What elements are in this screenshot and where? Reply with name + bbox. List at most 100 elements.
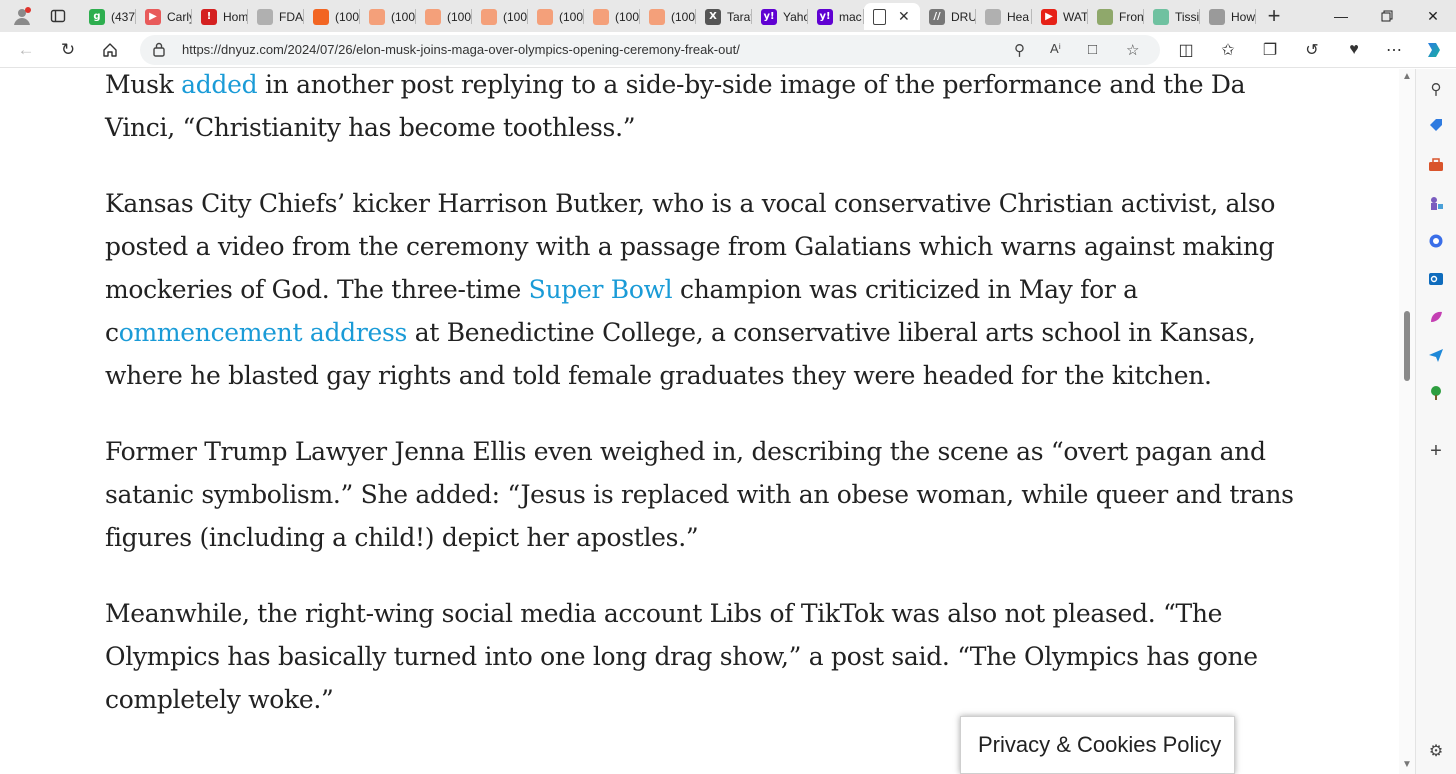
- browser-tab[interactable]: Fron: [1088, 3, 1144, 30]
- tab-favicon-icon: [313, 8, 329, 25]
- tab-favicon-icon: [1209, 8, 1225, 25]
- browser-tab[interactable]: ▶ WAT: [1032, 3, 1088, 30]
- new-tab-button[interactable]: +: [1260, 2, 1288, 30]
- url-text[interactable]: https://dnyuz.com/2024/07/26/elon-musk-j…: [182, 42, 740, 57]
- sidebar-add-icon[interactable]: +: [1426, 440, 1446, 462]
- browser-tab[interactable]: g (437: [80, 3, 136, 30]
- tab-favicon-icon: [481, 8, 497, 25]
- browser-tab[interactable]: ▶ Carly: [136, 3, 192, 30]
- privacy-cookies-button[interactable]: Privacy & Cookies Policy: [960, 716, 1235, 774]
- browser-tab[interactable]: X Tarat: [696, 3, 752, 30]
- tab-favicon-icon: !: [201, 8, 217, 25]
- browser-tab[interactable]: (100: [416, 3, 472, 30]
- browser-tab[interactable]: Tissi: [1144, 3, 1200, 30]
- refresh-icon[interactable]: ↻: [54, 36, 82, 64]
- tab-title: Hea: [1007, 9, 1030, 24]
- workspaces-icon[interactable]: [44, 2, 72, 30]
- browser-tab[interactable]: Hea: [976, 3, 1032, 30]
- p1-text-a: Musk: [105, 70, 182, 99]
- tab-favicon-icon: [537, 8, 553, 25]
- read-aloud-icon[interactable]: Aⁱ: [1050, 41, 1061, 57]
- vertical-scrollbar[interactable]: ▲ ▼: [1399, 69, 1415, 774]
- tab-favicon-icon: ▶: [145, 8, 161, 25]
- lock-icon[interactable]: [152, 41, 166, 60]
- tab-title: Tissi: [1175, 9, 1200, 24]
- page-viewport: Musk added in another post replying to a…: [0, 69, 1399, 774]
- minimize-icon[interactable]: —: [1318, 0, 1364, 32]
- sidebar-shopping-icon[interactable]: [1426, 115, 1446, 135]
- collections-icon[interactable]: ❐: [1256, 36, 1284, 64]
- copilot-icon[interactable]: [1420, 36, 1448, 64]
- p1-text-b: in another post replying to a side-by-si…: [105, 70, 1246, 142]
- tab-strip: g (437 ▶ Carly! Hom FDA (100 (100 (100 (100 (100 (1…: [0, 0, 1456, 32]
- browser-tab[interactable]: // DRU: [920, 3, 976, 30]
- sidebar-designer-icon[interactable]: [1426, 307, 1446, 327]
- tab-title: (100: [671, 9, 696, 24]
- split-screen-icon[interactable]: ◫: [1172, 36, 1200, 64]
- sidebar-outlook-icon[interactable]: [1426, 269, 1446, 289]
- app-available-icon[interactable]: □: [1088, 41, 1097, 58]
- scroll-down-icon[interactable]: ▼: [1402, 759, 1412, 770]
- tab-title: WAT: [1063, 9, 1088, 24]
- scrollbar-thumb[interactable]: [1404, 311, 1410, 381]
- close-tab-icon[interactable]: ✕: [898, 8, 910, 25]
- more-options-icon[interactable]: ⋯: [1380, 36, 1408, 64]
- browser-tab[interactable]: ✕: [864, 3, 920, 30]
- sidebar-settings-gear-icon[interactable]: ⚙: [1426, 741, 1446, 761]
- tab-title: Tarat: [727, 9, 752, 24]
- favorites-icon[interactable]: ✩: [1214, 36, 1242, 64]
- paragraph-butker: Kansas City Chiefs’ kicker Harrison Butk…: [105, 182, 1320, 397]
- browser-tab[interactable]: (100: [472, 3, 528, 30]
- browser-tab[interactable]: ! Hom: [192, 3, 248, 30]
- tab-title: mac: [839, 9, 862, 24]
- tab-favicon-icon: [985, 8, 1001, 25]
- tab-title: (100: [503, 9, 528, 24]
- tab-title: (100: [615, 9, 640, 24]
- home-icon[interactable]: [96, 36, 124, 64]
- tab-list: g (437 ▶ Carly! Hom FDA (100 (100 (100 (100 (100 (1…: [80, 3, 1256, 30]
- browser-tab[interactable]: (100: [640, 3, 696, 30]
- navigation-bar: ← ↻ https://dnyuz.com/2024/07/26/elon-mu…: [0, 32, 1456, 68]
- browser-essentials-icon[interactable]: ♥: [1340, 36, 1368, 64]
- tab-title: (437: [111, 9, 136, 24]
- tab-title: Yaho: [783, 9, 808, 24]
- sidebar-games-icon[interactable]: [1426, 193, 1446, 213]
- tab-favicon-icon: [369, 8, 385, 25]
- profile-avatar-icon[interactable]: [8, 2, 36, 30]
- back-icon[interactable]: ←: [12, 36, 40, 64]
- link-super-bowl[interactable]: Super Bowl: [529, 275, 673, 304]
- tab-title: How: [1231, 9, 1256, 24]
- tab-title: Fron: [1119, 9, 1144, 24]
- zoom-icon[interactable]: ⚲: [1014, 41, 1025, 59]
- tab-title: DRU: [951, 9, 976, 24]
- browser-tab[interactable]: (100: [584, 3, 640, 30]
- browser-tab[interactable]: y! mac: [808, 3, 864, 30]
- tab-title: Hom: [223, 9, 248, 24]
- browser-tab[interactable]: (100: [304, 3, 360, 30]
- edge-sidebar: ⚲ + ⚙: [1415, 69, 1456, 774]
- sidebar-microsoft365-icon[interactable]: [1426, 231, 1446, 251]
- browser-tab[interactable]: How: [1200, 3, 1256, 30]
- sidebar-send-icon[interactable]: [1426, 345, 1446, 365]
- browser-tab[interactable]: FDA: [248, 3, 304, 30]
- favorite-star-icon[interactable]: ☆: [1126, 41, 1139, 59]
- sidebar-tree-icon[interactable]: [1426, 383, 1446, 403]
- browser-tab[interactable]: y! Yaho: [752, 3, 808, 30]
- browser-tab[interactable]: (100: [528, 3, 584, 30]
- tab-favicon-icon: [649, 8, 665, 25]
- history-icon[interactable]: ↺: [1298, 36, 1326, 64]
- scroll-up-icon[interactable]: ▲: [1402, 71, 1412, 82]
- tab-favicon-icon: [593, 8, 609, 25]
- address-bar[interactable]: https://dnyuz.com/2024/07/26/elon-musk-j…: [140, 35, 1160, 65]
- browser-tab[interactable]: (100: [360, 3, 416, 30]
- sidebar-search-icon[interactable]: ⚲: [1426, 79, 1446, 99]
- sidebar-tools-icon[interactable]: [1426, 155, 1446, 175]
- restore-icon[interactable]: [1364, 0, 1410, 32]
- tab-favicon-icon: [1153, 8, 1169, 25]
- close-window-icon[interactable]: ✕: [1410, 0, 1456, 32]
- link-commencement-address[interactable]: ommencement address: [119, 318, 408, 347]
- tab-title: (100: [335, 9, 360, 24]
- paragraph-libs-of-tiktok: Meanwhile, the right-wing social media a…: [105, 599, 1258, 714]
- link-added[interactable]: added: [181, 70, 258, 99]
- tab-title: Carly: [167, 9, 192, 24]
